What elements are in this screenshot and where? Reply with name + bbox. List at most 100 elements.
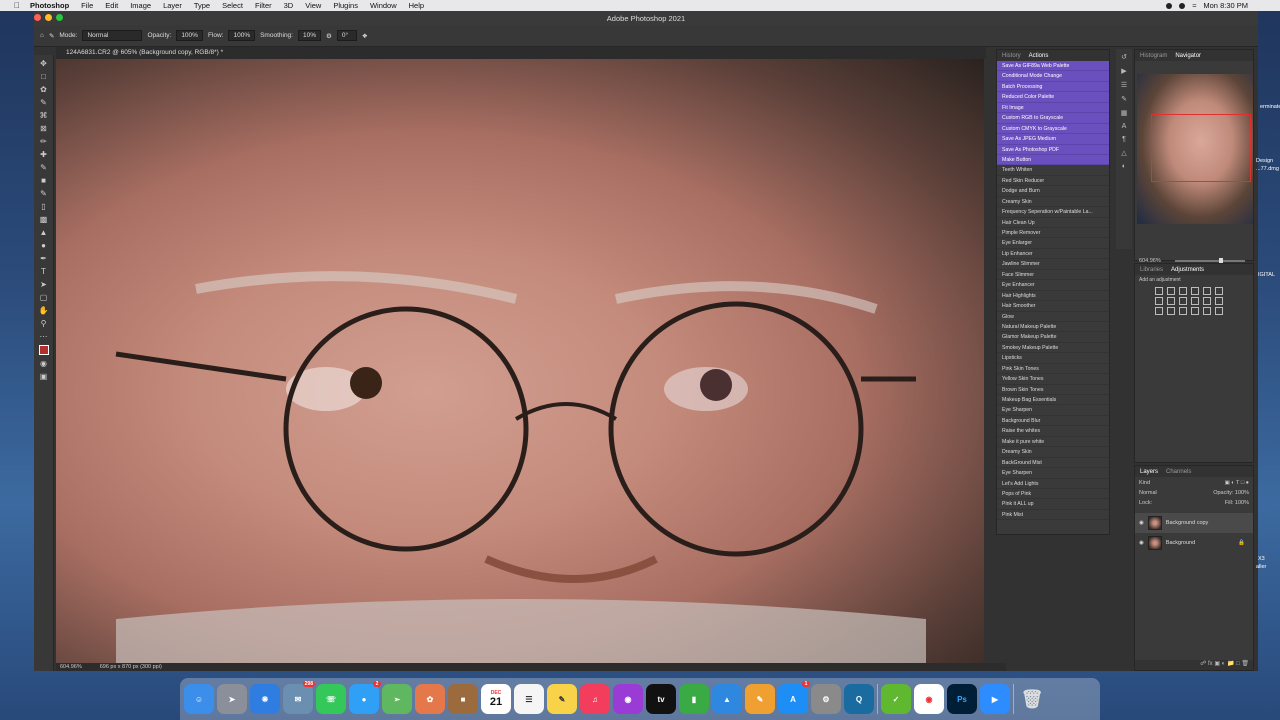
clone-panel-icon[interactable]: ▦ [1121, 109, 1128, 117]
desktop-file-label[interactable]: X3 [1258, 556, 1265, 562]
action-item[interactable]: Pimple Remover [997, 228, 1109, 239]
layer-kind-filter[interactable]: Kind [1139, 480, 1150, 486]
action-item[interactable]: Eye Enhancer [997, 280, 1109, 291]
action-item[interactable]: Yellow Skin Tones [997, 374, 1109, 385]
history-panel-icon[interactable]: ↺ [1121, 53, 1127, 61]
appstore-icon[interactable]: A1 [778, 681, 810, 714]
image-canvas[interactable] [56, 59, 984, 663]
action-item[interactable]: Creamy Skin [997, 197, 1109, 208]
gear-icon[interactable]: ⚙ [326, 32, 332, 40]
tab-actions[interactable]: Actions [1029, 53, 1049, 59]
maps-icon[interactable]: ➢ [382, 684, 412, 714]
action-item[interactable]: Eye Sharpen [997, 468, 1109, 479]
hue-saturation-icon[interactable] [1215, 287, 1223, 295]
black-white-icon[interactable] [1167, 297, 1175, 305]
action-item[interactable]: Let's Add Lights [997, 479, 1109, 489]
visibility-eye-icon[interactable]: ◉ [1139, 540, 1144, 546]
layer-opacity-field[interactable]: 100% [1235, 490, 1249, 496]
foreground-color-swatch[interactable] [38, 345, 49, 355]
navigator-thumbnail[interactable] [1137, 74, 1253, 224]
action-item[interactable]: Eye Sharpen [997, 405, 1109, 416]
action-item[interactable]: Eye Enlarger [997, 238, 1109, 249]
more-tools-icon[interactable]: ⋯ [39, 332, 49, 341]
numbers-icon[interactable]: ▮ [679, 684, 709, 714]
navigator-zoom-slider[interactable] [1175, 258, 1245, 264]
brush-panel-icon[interactable]: ✎ [1121, 95, 1127, 103]
menu-help[interactable]: Help [409, 1, 424, 10]
action-item[interactable]: Custom RGB to Grayscale [997, 113, 1109, 124]
menu-layer[interactable]: Layer [163, 1, 182, 10]
action-item[interactable]: Conditional Mode Change [997, 71, 1109, 82]
desktop-file-label[interactable]: IGITAL [1258, 272, 1275, 278]
move-tool-icon[interactable]: ✥ [39, 59, 49, 68]
angle-field[interactable]: 0° [336, 30, 357, 41]
threshold-icon[interactable] [1167, 307, 1175, 315]
eyedropper-tool-icon[interactable]: ✏ [39, 137, 49, 146]
lasso-tool-icon[interactable]: ✿ [39, 85, 49, 94]
chrome-icon[interactable]: ◉ [914, 684, 944, 714]
blur-tool-icon[interactable]: ▲ [39, 228, 49, 237]
mail-icon[interactable]: ✉ 298 [283, 681, 315, 714]
status-icon[interactable] [1179, 2, 1186, 9]
document-tab[interactable]: 124A6831.CR2 @ 605% (Background copy, RG… [56, 47, 986, 59]
curves-icon[interactable] [1179, 287, 1187, 295]
photos-icon[interactable]: ✿ [415, 684, 445, 714]
marquee-tool-icon[interactable]: □ [39, 72, 49, 81]
menu-app-name[interactable]: Photoshop [30, 1, 69, 10]
system-preferences-icon[interactable]: ⚙ [811, 684, 841, 714]
menu-view[interactable]: View [305, 1, 321, 10]
stamp-tool-icon[interactable]: ■ [39, 176, 49, 185]
capto-icon[interactable]: ✓ [881, 684, 911, 714]
action-item[interactable]: Pink Skin Tones [997, 364, 1109, 375]
healing-tool-icon[interactable]: ✚ [39, 150, 49, 159]
action-item[interactable]: Fit Image [997, 102, 1109, 114]
action-item[interactable]: Pink Mist [997, 510, 1109, 521]
safari-icon[interactable]: ❋ [250, 684, 280, 714]
apple-menu-icon[interactable]:  [14, 1, 20, 10]
rectangle-tool-icon[interactable]: ▢ [39, 293, 49, 302]
gradient-tool-icon[interactable]: ▩ [39, 215, 49, 224]
brush-tool-icon[interactable]: ✎ [39, 163, 49, 172]
music-icon[interactable]: ♫ [580, 684, 610, 714]
desktop-file-label[interactable]: Design [1256, 158, 1273, 164]
hdr-toning-icon[interactable] [1215, 307, 1223, 315]
action-item[interactable]: Background Blur [997, 416, 1109, 427]
dodge-tool-icon[interactable]: ● [39, 241, 49, 250]
brightness-icon[interactable] [1155, 287, 1163, 295]
menu-window[interactable]: Window [370, 1, 397, 10]
action-item[interactable]: Jawline Slimmer [997, 259, 1109, 270]
calendar-icon[interactable]: DEC 21 [481, 684, 511, 714]
vibrance-icon[interactable] [1203, 287, 1211, 295]
action-item[interactable]: BackGround Mist [997, 458, 1109, 469]
color-lookup-icon[interactable] [1203, 297, 1211, 305]
crop-tool-icon[interactable]: ⌘ [39, 111, 49, 120]
tab-layers[interactable]: Layers [1140, 469, 1158, 475]
action-item[interactable]: Save As GIF89a Web Palette [997, 61, 1109, 72]
gradient-map-icon[interactable] [1179, 307, 1187, 315]
keynote-icon[interactable]: ▲ [712, 684, 742, 714]
adjust-panel-icon[interactable]: ☰ [1121, 81, 1127, 89]
tab-adjustments[interactable]: Adjustments [1171, 267, 1204, 273]
type-tool-icon[interactable]: T [39, 267, 49, 276]
desktop-file-label[interactable]: ...77.dmg [1256, 166, 1279, 172]
messages-icon[interactable]: ● 2 [349, 681, 381, 714]
launchpad-icon[interactable]: ➤ [217, 684, 247, 714]
action-item[interactable]: Face Slimmer [997, 270, 1109, 281]
menu-image[interactable]: Image [130, 1, 151, 10]
document-size[interactable]: 696 px x 870 px (300 ppi) [100, 664, 162, 670]
action-item[interactable]: Smokey Makeup Palette [997, 343, 1109, 354]
history-brush-tool-icon[interactable]: ✎ [39, 189, 49, 198]
action-item[interactable]: Pops of Pink [997, 489, 1109, 500]
path-select-tool-icon[interactable]: ➤ [39, 280, 49, 289]
pen-tool-icon[interactable]: ✒ [39, 254, 49, 263]
action-item[interactable]: Frequency Seperation w/Paintable La... [997, 207, 1109, 218]
action-item[interactable]: Make Button [997, 154, 1109, 166]
notes-icon[interactable]: ✎ [547, 684, 577, 714]
blend-mode-select[interactable]: Normal [1139, 490, 1157, 496]
symmetry-icon[interactable]: ❖ [362, 32, 368, 40]
action-item[interactable]: Batch Processing [997, 81, 1109, 93]
lock-icon[interactable]: 🔒 [1238, 540, 1245, 546]
shadows-icon[interactable] [1203, 307, 1211, 315]
clock[interactable]: Mon 8:30 PM [1203, 1, 1248, 10]
paragraph-panel-icon[interactable]: ¶ [1122, 136, 1126, 143]
